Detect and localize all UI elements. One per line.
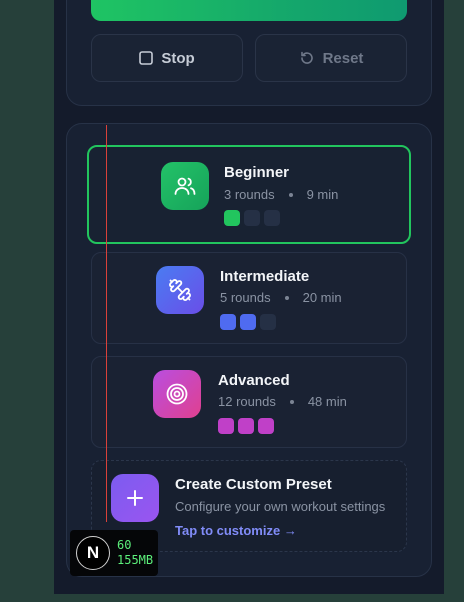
level-block-empty — [264, 210, 280, 226]
level-block-filled — [238, 418, 254, 434]
reset-label: Reset — [322, 49, 364, 67]
preset-card-advanced[interactable]: Advanced 12 rounds 48 min — [91, 356, 407, 448]
start-button[interactable] — [91, 0, 407, 21]
preset-duration: 9 min — [306, 187, 339, 202]
separator-dot — [288, 192, 293, 197]
preset-meta: 3 rounds 9 min — [224, 187, 338, 202]
preset-rounds: 3 rounds — [224, 187, 275, 202]
plus-icon — [111, 474, 159, 522]
separator-dot — [284, 295, 289, 300]
stop-label: Stop — [161, 49, 195, 67]
preset-rounds: 5 rounds — [220, 290, 271, 305]
preset-title: Intermediate — [220, 268, 310, 285]
preset-title: Advanced — [218, 372, 290, 389]
memory-readout: 155MB — [117, 553, 154, 567]
users-icon — [161, 162, 209, 210]
difficulty-level — [218, 418, 274, 434]
preset-meta: 5 rounds 20 min — [220, 290, 342, 305]
preset-card-intermediate[interactable]: Intermediate 5 rounds 20 min — [91, 252, 407, 344]
level-block-filled — [224, 210, 240, 226]
difficulty-level — [224, 210, 280, 226]
app-container: Stop Reset Beginner 3 rounds 9 min Inter… — [54, 0, 444, 594]
dev-stats: 60 155MB — [117, 538, 153, 568]
preset-card-beginner[interactable]: Beginner 3 rounds 9 min — [87, 145, 411, 244]
custom-preset-title: Create Custom Preset — [175, 476, 332, 493]
separator-dot — [289, 399, 294, 404]
fps-readout: 60 — [117, 538, 132, 552]
level-block-filled — [258, 418, 274, 434]
stop-button[interactable]: Stop — [91, 34, 243, 82]
dev-indicator[interactable]: N 60 155MB — [70, 530, 158, 576]
dumbbell-icon — [156, 266, 204, 314]
preset-title: Beginner — [224, 164, 290, 181]
customize-link[interactable]: Tap to customize → — [175, 523, 297, 538]
level-block-filled — [240, 314, 256, 330]
level-block-filled — [220, 314, 236, 330]
stop-icon — [139, 51, 154, 65]
reset-button[interactable]: Reset — [255, 34, 407, 82]
nextjs-logo-icon: N — [76, 536, 110, 570]
preset-duration: 48 min — [307, 394, 347, 409]
debug-guide-line — [106, 125, 107, 522]
custom-preset-subtitle: Configure your own workout settings — [175, 499, 386, 514]
level-block-empty — [260, 314, 276, 330]
level-block-filled — [218, 418, 234, 434]
level-block-empty — [244, 210, 260, 226]
preset-duration: 20 min — [302, 290, 342, 305]
difficulty-level — [220, 314, 276, 330]
preset-rounds: 12 rounds — [218, 394, 276, 409]
target-icon — [153, 370, 201, 418]
preset-meta: 12 rounds 48 min — [218, 394, 347, 409]
reset-icon — [300, 51, 313, 64]
